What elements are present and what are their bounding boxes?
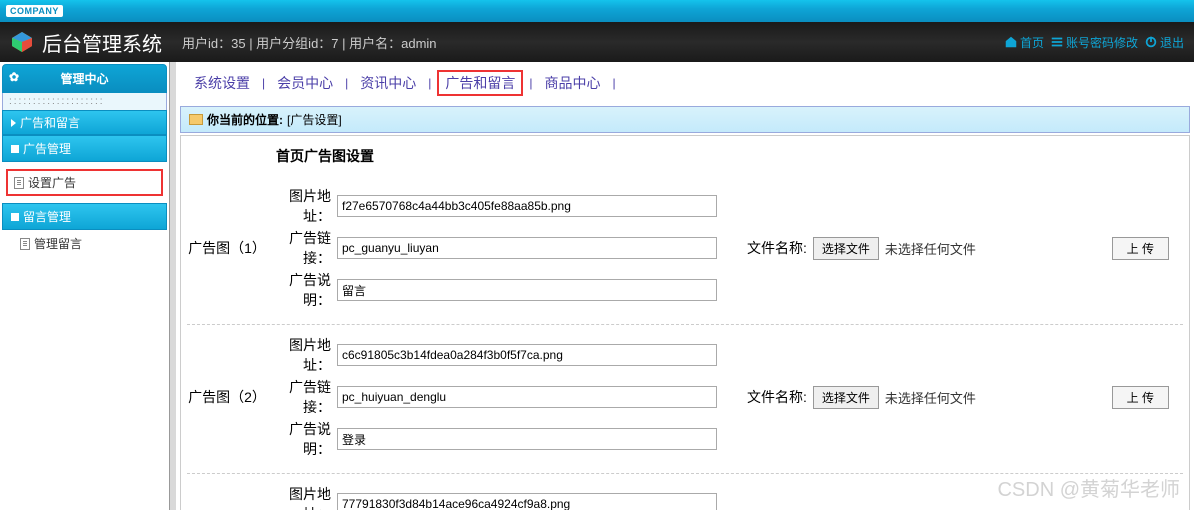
top-nav: 系统设置| 会员中心| 资讯中心| 广告和留言| 商品中心| <box>178 62 1192 104</box>
img-input[interactable] <box>337 344 717 366</box>
window-titlebar: COMPANY <box>0 0 1194 22</box>
nav-news[interactable]: 资讯中心 <box>354 73 422 93</box>
sidebar: ✿ 管理中心 :::::::::::::::::::: 广告和留言 广告管理 设… <box>0 62 170 510</box>
img-label: 图片地址： <box>267 484 337 510</box>
choose-file-button[interactable]: 选择文件 <box>813 386 879 409</box>
sidebar-section[interactable]: 广告和留言 <box>2 110 167 135</box>
home-link[interactable]: 首页 <box>1004 34 1044 51</box>
file-status: 未选择任何文件 <box>885 239 976 258</box>
upload-button[interactable]: 上 传 <box>1112 386 1169 409</box>
nav-system[interactable]: 系统设置 <box>188 73 256 93</box>
main-content: 系统设置| 会员中心| 资讯中心| 广告和留言| 商品中心| 你当前的位置: [… <box>176 62 1194 510</box>
desc-label: 广告说明： <box>267 419 337 459</box>
gear-icon: ✿ <box>9 70 19 84</box>
sidebar-group-ad[interactable]: 广告管理 <box>2 135 167 162</box>
sidebar-header: ✿ 管理中心 <box>2 64 167 93</box>
ad-row-label: 广告图（1） <box>187 238 267 258</box>
nav-product[interactable]: 商品中心 <box>539 73 607 93</box>
company-badge: COMPANY <box>6 5 63 17</box>
triangle-icon <box>11 119 16 127</box>
link-input[interactable] <box>337 237 717 259</box>
power-icon <box>1144 35 1158 49</box>
sidebar-item-set-ad[interactable]: 设置广告 <box>6 169 163 196</box>
nav-ad-msg[interactable]: 广告和留言 <box>437 70 523 96</box>
ad-row: 广告图（3）图片地址：广告链接：广告说明：文件名称:选择文件未选择任何文件上 传 <box>187 474 1183 510</box>
upload-button[interactable]: 上 传 <box>1112 237 1169 260</box>
content-panel: 首页广告图设置 广告图（1）图片地址：广告链接：广告说明：文件名称:选择文件未选… <box>180 135 1190 510</box>
desc-label: 广告说明： <box>267 270 337 310</box>
folder-icon <box>189 114 203 125</box>
link-label: 广告链接： <box>267 228 337 268</box>
img-input[interactable] <box>337 493 717 510</box>
img-label: 图片地址： <box>267 186 337 226</box>
doc-icon <box>20 238 30 250</box>
nav-member[interactable]: 会员中心 <box>271 73 339 93</box>
doc-icon <box>14 177 24 189</box>
desc-input[interactable] <box>337 428 717 450</box>
sidebar-group-msg[interactable]: 留言管理 <box>2 203 167 230</box>
sidebar-decoration: :::::::::::::::::::: <box>2 93 167 110</box>
ad-row: 广告图（2）图片地址：广告链接：广告说明： 文件名称: 选择文件未选择任何文件 上 传 <box>187 325 1183 474</box>
logout-link[interactable]: 退出 <box>1144 34 1184 51</box>
bullet-icon <box>11 145 19 153</box>
link-input[interactable] <box>337 386 717 408</box>
img-label: 图片地址： <box>267 335 337 375</box>
user-meta: 用户id：35 | 用户分组id：7 | 用户名：admin <box>182 33 437 52</box>
filename-label: 文件名称: <box>747 238 807 258</box>
bullet-icon <box>11 213 19 221</box>
desc-input[interactable] <box>337 279 717 301</box>
app-header: 后台管理系统 用户id：35 | 用户分组id：7 | 用户名：admin 首页… <box>0 22 1194 62</box>
link-label: 广告链接： <box>267 377 337 417</box>
home-icon <box>1004 35 1018 49</box>
app-title: 后台管理系统 <box>42 28 162 57</box>
list-icon <box>1050 35 1064 49</box>
choose-file-button[interactable]: 选择文件 <box>813 237 879 260</box>
filename-label: 文件名称: <box>747 387 807 407</box>
page-title: 首页广告图设置 <box>181 136 1189 176</box>
ad-row: 广告图（1）图片地址：广告链接：广告说明： 文件名称: 选择文件未选择任何文件 上 传 <box>187 176 1183 325</box>
file-status: 未选择任何文件 <box>885 388 976 407</box>
ad-row-label: 广告图（2） <box>187 387 267 407</box>
password-link[interactable]: 账号密码修改 <box>1050 34 1138 51</box>
logo-icon <box>10 30 34 54</box>
breadcrumb: 你当前的位置: [广告设置] <box>180 106 1190 133</box>
sidebar-item-manage-msg[interactable]: 管理留言 <box>0 230 169 257</box>
img-input[interactable] <box>337 195 717 217</box>
